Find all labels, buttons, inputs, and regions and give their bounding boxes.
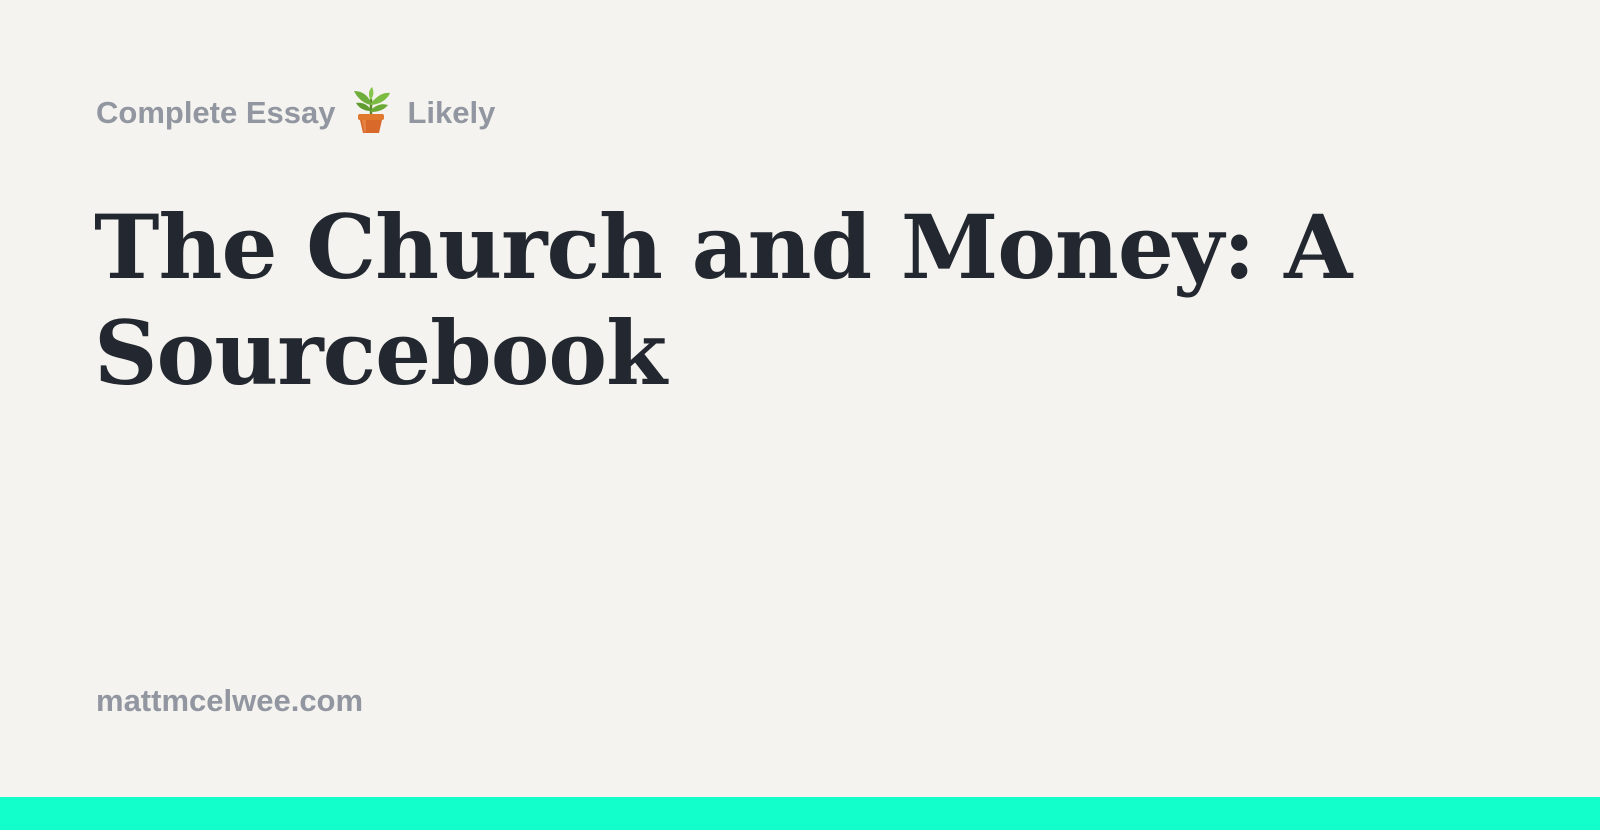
- essay-meta-row: Complete Essay Likely: [96, 85, 496, 138]
- potted-plant-icon: [348, 85, 394, 135]
- status-label: Complete Essay: [96, 95, 336, 130]
- site-domain: mattmcelwee.com: [96, 683, 364, 718]
- accent-bar: [0, 797, 1600, 830]
- page-title: The Church and Money: A Sourcebook: [94, 195, 1352, 405]
- confidence-label: Likely: [407, 95, 496, 130]
